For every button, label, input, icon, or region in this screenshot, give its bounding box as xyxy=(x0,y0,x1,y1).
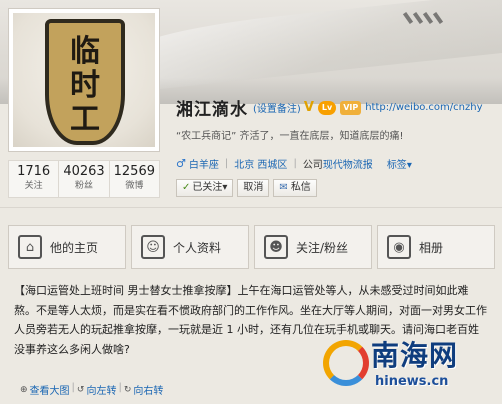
location-link[interactable]: 北京 西城区 xyxy=(234,156,287,171)
post-title: 【海口运管处上班时间 男士替女士推拿按摩】 xyxy=(14,284,238,297)
message-button[interactable]: ✉ 私信 xyxy=(273,179,317,197)
message-label: 私信 xyxy=(290,182,311,193)
rotate-left-label: 向左转 xyxy=(86,386,117,397)
tag-label: 标签 xyxy=(386,160,407,171)
rotate-right-label: 向右转 xyxy=(133,386,164,397)
avatar-char-1: 临 xyxy=(70,34,100,69)
tab-profile-label: 个人资料 xyxy=(173,240,222,255)
camera-icon: ◉ xyxy=(387,235,411,259)
separator: | xyxy=(293,158,297,169)
vip-badge-icon[interactable]: VIP xyxy=(340,100,362,115)
watermark-en: hinews.cn xyxy=(375,374,449,389)
view-large-image-label: 查看大图 xyxy=(29,386,70,397)
rotate-left-link[interactable]: ↺ 向左转 xyxy=(76,382,117,398)
stat-posts-count: 12569 xyxy=(113,164,155,179)
tab-album[interactable]: ◉ 相册 xyxy=(377,225,495,269)
cancel-follow-button[interactable]: 取消 xyxy=(237,179,270,197)
tag-link[interactable]: 标签▾ xyxy=(387,156,412,171)
check-icon: ✓ xyxy=(182,182,191,193)
profile-stats: 1716 关注 40263 粉丝 12569 微博 xyxy=(8,160,160,198)
separator: | xyxy=(224,158,229,169)
company-prefix: 公司 xyxy=(302,160,323,171)
rotate-right-icon: ↻ xyxy=(123,384,132,395)
verified-icon[interactable]: V xyxy=(304,100,314,115)
stat-followers-label: 粉丝 xyxy=(74,181,93,191)
separator: | xyxy=(71,382,75,393)
post-actions: ⊕ 查看大图 | ↺ 向左转 | ↻ 向右转 xyxy=(20,382,163,397)
stat-posts-label: 微博 xyxy=(125,181,144,191)
profile-tabs: ⌂ 他的主页 ☺ 个人资料 ☻ 关注/粉丝 ◉ 相册 xyxy=(8,225,502,269)
actions-row: ✓ 已关注▾ 取消 ✉ 私信 xyxy=(176,179,496,197)
followed-label: 已关注 xyxy=(192,182,223,193)
male-icon: ♂ xyxy=(176,157,186,170)
tab-follow-fans-label: 关注/粉丝 xyxy=(296,240,349,255)
avatar-char-2: 时 xyxy=(70,68,100,103)
homepage-link[interactable]: http://weibo.com/cnzhy xyxy=(365,102,482,113)
home-icon: ⌂ xyxy=(18,235,42,259)
set-remark-link[interactable]: (设置备注) xyxy=(253,100,301,115)
watermark-cn: 南海网 xyxy=(371,339,459,372)
zoom-icon: ⊕ xyxy=(20,384,28,395)
avatar-char-3: 工 xyxy=(70,102,100,137)
avatar-image: 临 时 工 xyxy=(13,13,155,147)
stat-followers-count: 40263 xyxy=(63,164,105,179)
stat-following-count: 1716 xyxy=(17,164,51,179)
people-icon: ☻ xyxy=(264,235,288,259)
cover-decoration xyxy=(402,10,450,26)
stat-posts[interactable]: 12569 微博 xyxy=(108,161,159,197)
tab-home-label: 他的主页 xyxy=(50,240,99,255)
nickname: 湘江滴水 xyxy=(176,100,248,120)
constellation-link[interactable]: 白羊座 xyxy=(189,156,219,171)
tab-album-label: 相册 xyxy=(419,240,444,255)
watermark-logo: 南海网 hinews.cn xyxy=(323,330,502,404)
meta-row: ♂ 白羊座 | 北京 西城区 | 公司 现代物流报 标签▾ xyxy=(176,156,496,171)
chevron-down-icon: ▾ xyxy=(406,160,412,171)
divider xyxy=(0,207,502,208)
name-row: 湘江滴水 (设置备注) V Lv VIP http://weibo.com/cn… xyxy=(176,95,496,120)
bio: “农工兵商记” 齐活了，一直在底层，知道底层的痛! xyxy=(176,131,404,142)
view-large-image-link[interactable]: ⊕ 查看大图 xyxy=(20,382,70,398)
tab-profile[interactable]: ☺ 个人资料 xyxy=(131,225,249,269)
avatar-shield: 临 时 工 xyxy=(45,19,125,145)
stat-following[interactable]: 1716 关注 xyxy=(9,161,58,197)
envelope-icon: ✉ xyxy=(279,182,288,193)
company-link[interactable]: 现代物流报 xyxy=(323,156,373,171)
level-badge-icon[interactable]: Lv xyxy=(317,100,337,115)
person-icon: ☺ xyxy=(141,235,165,259)
avatar[interactable]: 临 时 工 xyxy=(8,8,160,152)
watermark-ring-icon xyxy=(323,340,369,386)
chevron-down-icon: ▾ xyxy=(222,182,228,193)
followed-button[interactable]: ✓ 已关注▾ xyxy=(176,179,234,197)
rotate-left-icon: ↺ xyxy=(76,384,85,395)
stat-followers[interactable]: 40263 粉丝 xyxy=(58,161,108,197)
tab-follow-fans[interactable]: ☻ 关注/粉丝 xyxy=(254,225,372,269)
rotate-right-link[interactable]: ↻ 向右转 xyxy=(123,382,164,398)
tab-home[interactable]: ⌂ 他的主页 xyxy=(8,225,126,269)
separator: | xyxy=(118,382,122,393)
profile-info: 湘江滴水 (设置备注) V Lv VIP http://weibo.com/cn… xyxy=(176,95,496,197)
stat-following-label: 关注 xyxy=(24,181,43,191)
